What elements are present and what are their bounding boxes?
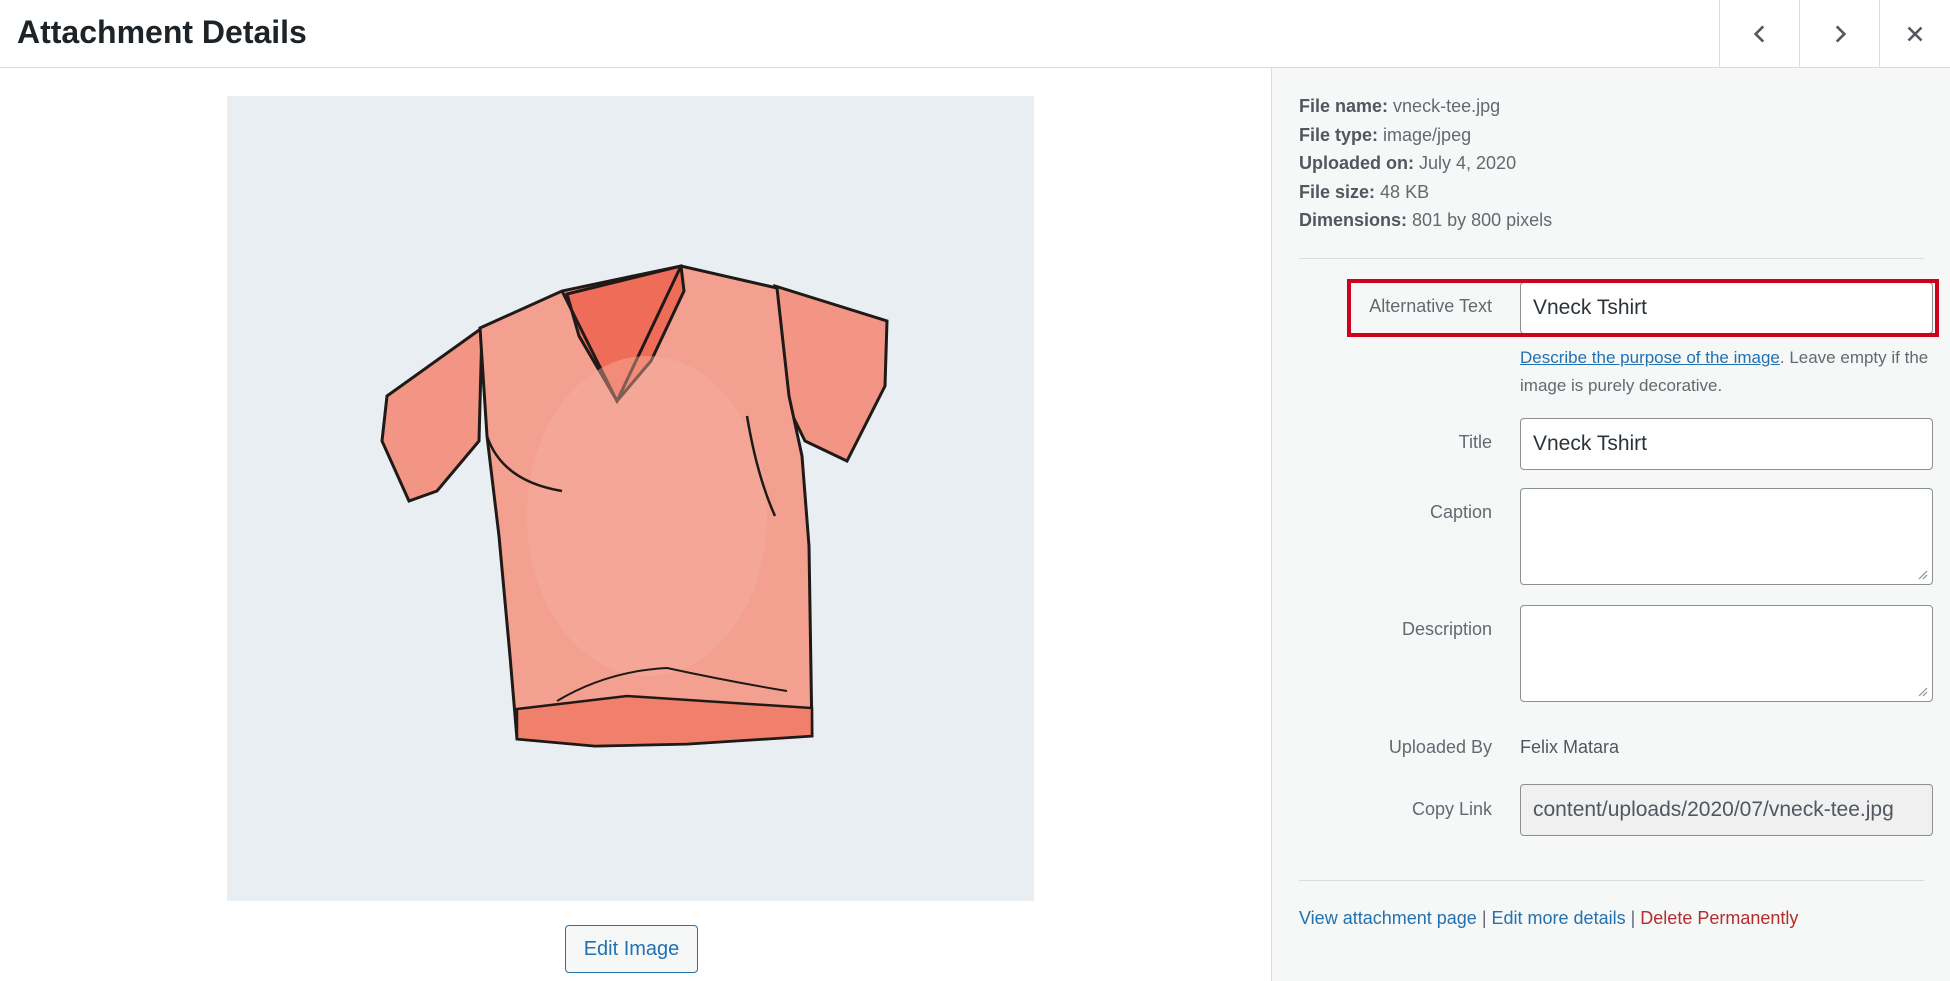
modal-header: Attachment Details bbox=[0, 0, 1950, 68]
copy-link-label: Copy Link bbox=[1411, 799, 1492, 819]
media-panel: Edit Image bbox=[0, 68, 1271, 981]
resize-grip-icon[interactable] bbox=[1916, 685, 1928, 697]
title-input[interactable]: Vneck Tshirt bbox=[1520, 418, 1933, 470]
divider bbox=[1299, 258, 1924, 259]
file-name-row: File name: vneck-tee.jpg bbox=[1299, 96, 1501, 116]
title-label: Title bbox=[1458, 432, 1492, 452]
edit-image-button[interactable]: Edit Image bbox=[565, 925, 698, 973]
description-textarea[interactable] bbox=[1520, 605, 1933, 702]
chevron-left-icon bbox=[1753, 25, 1764, 43]
caption-label: Caption bbox=[1429, 502, 1492, 522]
caption-textarea[interactable] bbox=[1520, 488, 1933, 585]
file-size-row: File size: 48 KB bbox=[1299, 181, 1430, 202]
view-attachment-page-link[interactable]: View attachment page bbox=[1299, 908, 1477, 928]
attachment-actions: View attachment page | Edit more details… bbox=[1299, 908, 1799, 928]
close-button[interactable] bbox=[1879, 0, 1950, 68]
image-preview bbox=[227, 96, 1034, 901]
uploaded-on-row: Uploaded on: July 4, 2020 bbox=[1299, 153, 1517, 173]
edit-more-details-link[interactable]: Edit more details bbox=[1492, 908, 1626, 928]
close-icon bbox=[1907, 26, 1923, 42]
divider bbox=[1299, 880, 1924, 881]
uploaded-by-label: Uploaded By bbox=[1388, 737, 1492, 757]
dimensions-row: Dimensions: 801 by 800 pixels bbox=[1299, 210, 1553, 230]
copy-link-input[interactable]: content/uploads/2020/07/vneck-tee.jpg bbox=[1520, 784, 1933, 836]
file-details: File name: vneck-tee.jpg File type: imag… bbox=[1299, 92, 1552, 235]
chevron-right-icon bbox=[1835, 25, 1846, 43]
resize-grip-icon[interactable] bbox=[1916, 568, 1928, 580]
uploaded-by-value: Felix Matara bbox=[1520, 737, 1620, 757]
alt-text-help: Describe the purpose of the image. Leave… bbox=[1520, 348, 1929, 395]
tshirt-image bbox=[380, 264, 889, 748]
previous-button[interactable] bbox=[1719, 0, 1799, 68]
describe-purpose-link[interactable]: Describe the purpose of the image bbox=[1520, 348, 1780, 367]
page-title: Attachment Details bbox=[17, 14, 307, 50]
next-button[interactable] bbox=[1799, 0, 1879, 68]
delete-permanently-link[interactable]: Delete Permanently bbox=[1640, 908, 1798, 928]
details-sidebar: File name: vneck-tee.jpg File type: imag… bbox=[1271, 68, 1950, 981]
file-type-row: File type: image/jpeg bbox=[1299, 124, 1472, 145]
description-label: Description bbox=[1401, 619, 1492, 639]
alt-text-highlight bbox=[1347, 279, 1939, 337]
